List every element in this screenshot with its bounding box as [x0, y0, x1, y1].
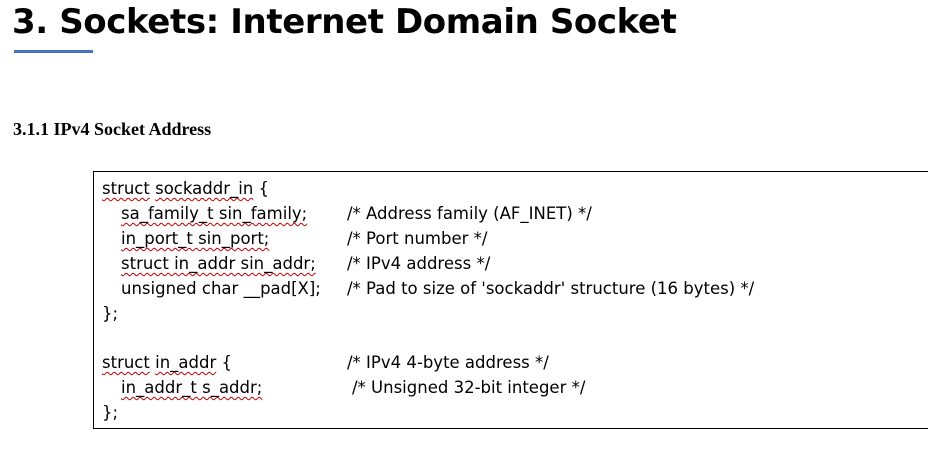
- struct-name: in_addr: [155, 353, 217, 372]
- open-brace: {: [221, 353, 233, 372]
- struct-keyword: struct: [102, 179, 150, 198]
- title-accent-bar: [14, 50, 93, 53]
- code-line-close: };: [102, 304, 119, 323]
- struct-name: sockaddr_in: [155, 179, 254, 198]
- code-field-comment: /* Address family (AF_INET) */: [347, 204, 592, 223]
- section-heading: 3.1.1 IPv4 Socket Address: [13, 119, 212, 139]
- code-field-decl: in_addr_t s_addr;: [121, 377, 262, 399]
- code-field-comment: /* IPv4 address */: [347, 254, 491, 273]
- code-field-comment: /* Pad to size of 'sockaddr' structure (…: [347, 279, 755, 298]
- open-brace: {: [258, 179, 270, 198]
- field-declaration: struct in_addr sin_addr;: [121, 254, 316, 273]
- code-field-decl: struct in_addr sin_addr;: [121, 253, 316, 275]
- code-field-decl: sa_family_t sin_family;: [121, 203, 307, 225]
- field-declaration: sa_family_t sin_family;: [121, 204, 308, 223]
- field-declaration: in_port_t sin_port;: [121, 229, 270, 248]
- code-struct-comment: /* IPv4 4-byte address */: [347, 353, 549, 372]
- code-field-decl: in_port_t sin_port;: [121, 228, 269, 250]
- struct-keyword: struct: [102, 353, 150, 372]
- code-field-comment: /* Port number */: [347, 229, 488, 248]
- code-block: struct sockaddr_in { sa_family_t sin_fam…: [93, 171, 928, 429]
- slide: 3. Sockets: Internet Domain Socket 3.1.1…: [0, 0, 928, 459]
- field-declaration: in_addr_t s_addr;: [121, 378, 263, 397]
- code-field-decl: unsigned char __pad[X];: [121, 279, 321, 298]
- code-line-sockaddr-in-open: struct sockaddr_in {: [102, 178, 269, 200]
- code-line-in-addr-open: struct in_addr {: [102, 352, 232, 374]
- code-field-comment: /* Unsigned 32-bit integer */: [352, 378, 586, 397]
- slide-title: 3. Sockets: Internet Domain Socket: [12, 2, 677, 42]
- code-line-close: };: [102, 403, 119, 422]
